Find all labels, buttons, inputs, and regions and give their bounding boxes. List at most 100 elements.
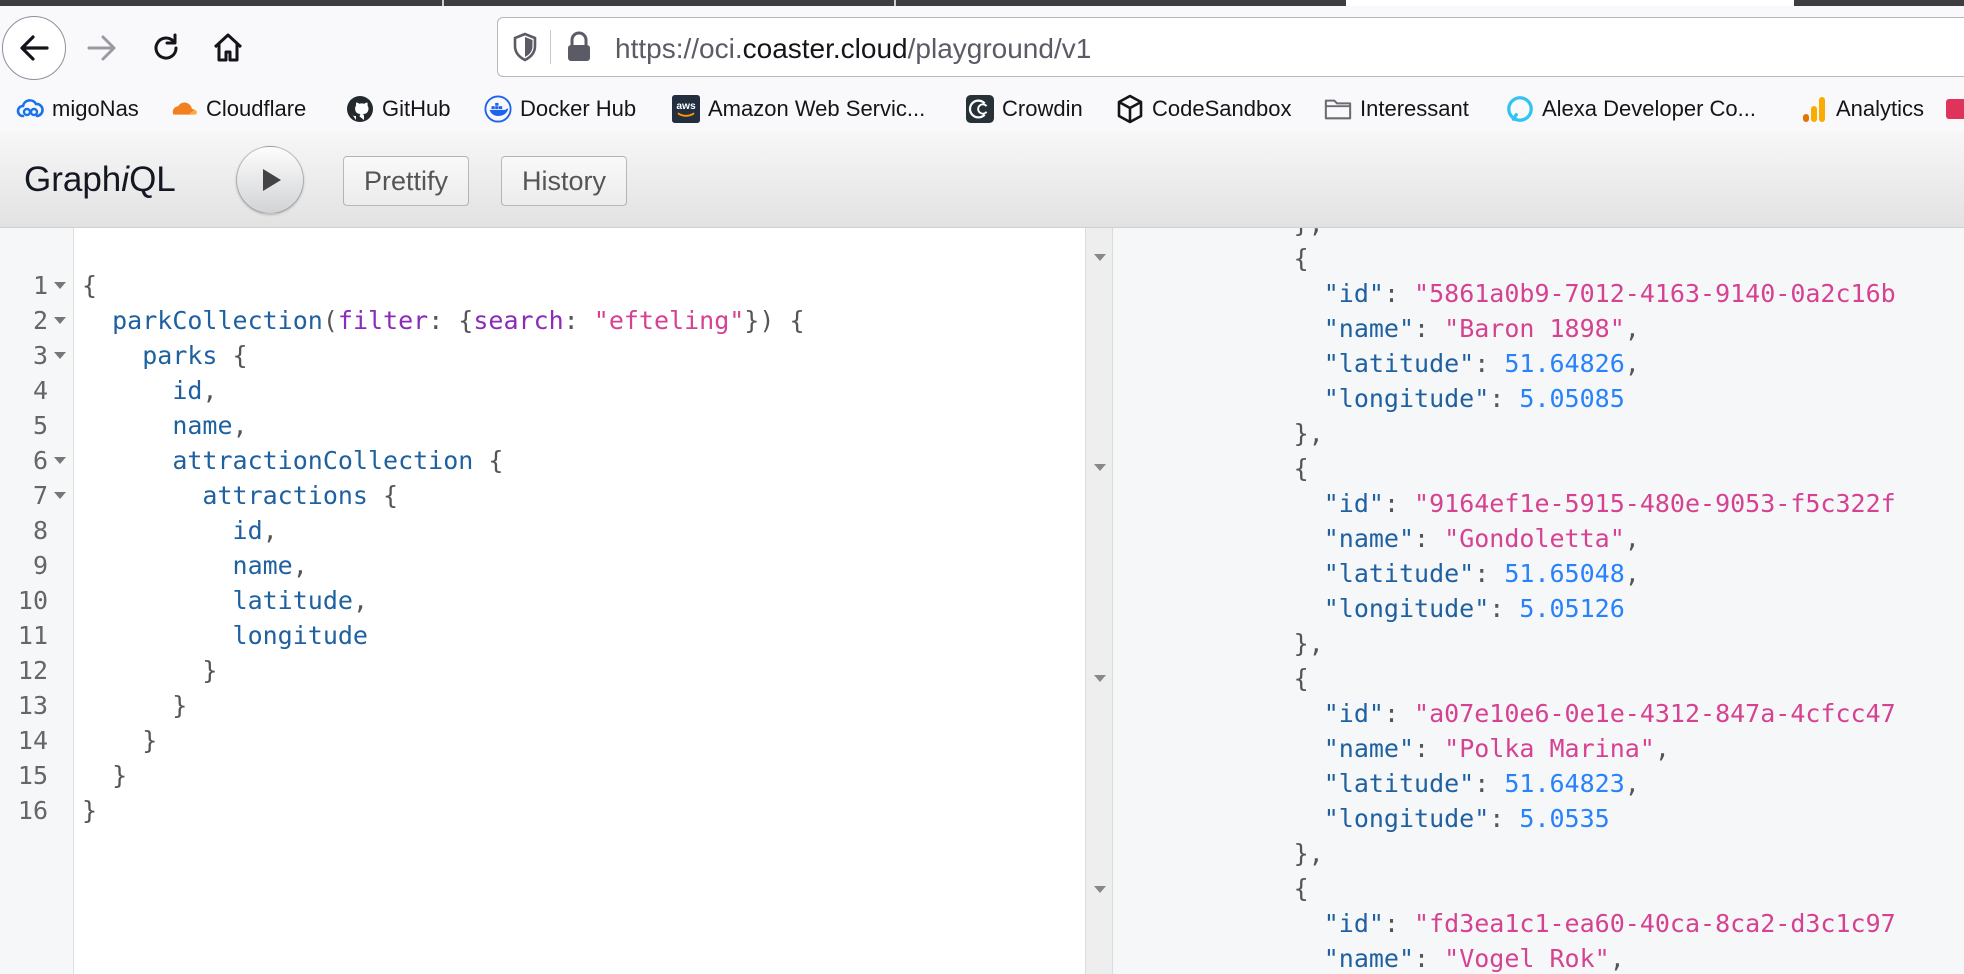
navigation-toolbar: https://oci.coaster.cloud/playground/v1	[0, 6, 1964, 94]
result-line: "name": "Baron 1898",	[1323, 314, 1640, 343]
result-line: "id": "9164ef1e-5915-480e-9053-f5c322f	[1323, 489, 1896, 518]
code-line: 14 }	[17, 726, 158, 755]
fold-arrow-icon[interactable]	[54, 492, 66, 499]
result-line: {	[1113, 874, 1309, 903]
result-line: },	[1113, 228, 1964, 241]
url-path: /playground/v1	[907, 33, 1092, 64]
bookmark-item[interactable]: GitHub	[346, 92, 450, 126]
bookmark-label: Docker Hub	[520, 96, 637, 121]
result-line: },	[1113, 419, 1324, 448]
bookmark-label: Interessant	[1360, 96, 1469, 121]
result-line: "latitude": 51.64826,	[1323, 349, 1640, 378]
bookmark-icon	[1942, 95, 1964, 123]
bookmark-item[interactable]: Alexa Developer Co...	[1506, 92, 1756, 126]
result-line: "longitude": 5.05085	[1323, 384, 1625, 413]
result-line: "name": "Gondoletta",	[1323, 524, 1640, 553]
back-button[interactable]	[2, 16, 66, 80]
code-line: 1{	[32, 271, 98, 300]
code-line: 13 }	[17, 691, 188, 720]
result-line: },	[1113, 629, 1324, 658]
bookmark-item[interactable]: aws Amazon Web Servic...	[672, 92, 925, 126]
bookmark-label: GitHub	[382, 96, 451, 121]
bookmark-item-overflow[interactable]	[1942, 92, 1964, 126]
bookmark-label: Cloudflare	[206, 96, 307, 121]
query-editor[interactable]: 1{ 2 parkCollection(filter: {search: "ef…	[0, 228, 1085, 974]
codesandbox-icon	[1116, 94, 1144, 124]
history-button[interactable]: History	[501, 156, 628, 206]
code-line: 5 name,	[32, 411, 248, 440]
cloud-sync-icon	[16, 95, 44, 123]
result-line: "longitude": 5.05126	[1323, 594, 1625, 623]
fold-arrow-icon[interactable]	[1094, 886, 1106, 893]
forward-button[interactable]	[70, 16, 134, 80]
result-fold-gutter	[1085, 228, 1113, 974]
fold-arrow-icon[interactable]	[54, 282, 66, 289]
code-line: 10 latitude,	[17, 586, 368, 615]
code-line: 9 name,	[32, 551, 308, 580]
code-line: 4 id,	[32, 376, 218, 405]
result-line: },	[1113, 839, 1324, 868]
bookmark-label: Alexa Developer Co...	[1542, 96, 1756, 121]
home-button[interactable]	[196, 16, 260, 80]
bookmark-item[interactable]: Cloudflare	[170, 92, 306, 126]
github-icon	[346, 95, 374, 123]
play-icon	[263, 169, 281, 191]
folder-icon	[1324, 95, 1352, 123]
url-scheme: https://oci.	[615, 33, 743, 64]
result-line: "id": "a07e10e6-0e1e-4312-847a-4cfcc47	[1323, 699, 1896, 728]
result-line: {	[1113, 454, 1309, 483]
result-line: "latitude": 51.64823,	[1323, 769, 1640, 798]
bookmark-item[interactable]: Interessant	[1324, 92, 1469, 126]
docker-icon	[484, 95, 512, 123]
analytics-icon	[1800, 95, 1828, 123]
result-line: "id": "fd3ea1c1-ea60-40ca-8ca2-d3c1c97	[1323, 909, 1896, 938]
result-viewer[interactable]: }, { "id": "5861a0b9-7012-4163-9140-0a2c…	[1113, 228, 1964, 974]
bookmark-label: Crowdin	[1002, 96, 1083, 121]
fold-arrow-icon[interactable]	[54, 317, 66, 324]
graphiql-toolbar: GraphiQL Prettify History	[0, 132, 1964, 228]
bookmark-item[interactable]: CodeSandbox	[1116, 92, 1291, 126]
result-line: {	[1113, 244, 1309, 273]
code-line: 6 attractionCollection {	[32, 446, 504, 475]
result-line: "name": "Vogel Rok",	[1323, 944, 1625, 973]
bookmark-label: Amazon Web Servic...	[708, 96, 926, 121]
bookmark-item[interactable]: migoNas	[16, 92, 139, 126]
arrow-right-icon	[87, 35, 116, 61]
alexa-icon	[1506, 95, 1534, 123]
execute-query-button[interactable]	[236, 146, 304, 214]
svg-text:aws: aws	[676, 101, 696, 112]
reload-icon	[154, 33, 178, 60]
url-text[interactable]: https://oci.coaster.cloud/playground/v1	[615, 33, 1091, 65]
prettify-button[interactable]: Prettify	[343, 156, 470, 206]
shield-icon[interactable]	[512, 32, 538, 67]
code-line: 15 }	[17, 761, 128, 790]
fold-arrow-icon[interactable]	[1094, 675, 1106, 682]
arrow-left-icon	[20, 35, 49, 61]
fold-arrow-icon[interactable]	[54, 352, 66, 359]
fold-arrow-icon[interactable]	[1094, 464, 1106, 471]
result-line: {	[1113, 664, 1309, 693]
query-code[interactable]: 1{ 2 parkCollection(filter: {search: "ef…	[0, 228, 1085, 974]
reload-button[interactable]	[134, 16, 198, 80]
code-line: 12 }	[17, 656, 218, 685]
lock-icon[interactable]	[566, 31, 592, 68]
code-line: 2 parkCollection(filter: {search: "eftel…	[32, 306, 805, 335]
bookmark-label: CodeSandbox	[1152, 96, 1292, 121]
bookmark-label: Analytics	[1836, 96, 1925, 121]
aws-icon: aws	[672, 95, 700, 123]
crowdin-icon	[966, 95, 994, 123]
address-bar-divider	[550, 30, 551, 64]
fold-arrow-icon[interactable]	[54, 457, 66, 464]
address-bar[interactable]: https://oci.coaster.cloud/playground/v1	[497, 17, 1964, 77]
result-line: "id": "5861a0b9-7012-4163-9140-0a2c16b	[1323, 279, 1896, 308]
bookmark-item[interactable]: Analytics	[1800, 92, 1924, 126]
bookmark-label: migoNas	[52, 96, 139, 121]
home-icon	[213, 33, 243, 62]
url-host: coaster.cloud	[742, 33, 908, 64]
bookmark-item[interactable]: Docker Hub	[484, 92, 636, 126]
bookmark-item[interactable]: Crowdin	[966, 92, 1083, 126]
graphiql-logo: GraphiQL	[24, 160, 176, 199]
fold-arrow-icon[interactable]	[1094, 254, 1106, 261]
result-line: "longitude": 5.0535	[1323, 804, 1610, 833]
code-line: 8 id,	[32, 516, 278, 545]
